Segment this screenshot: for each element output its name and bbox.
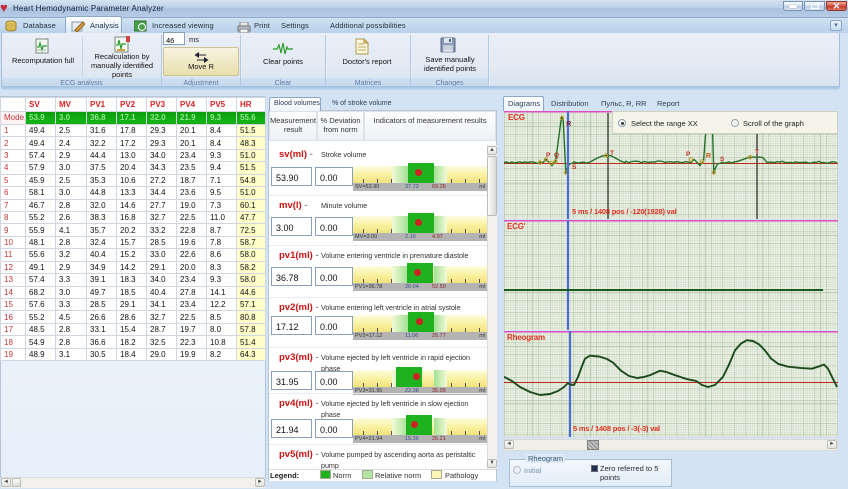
svg-text:R: R (706, 153, 711, 160)
svg-text:T: T (755, 149, 759, 156)
svg-text:R: R (566, 121, 571, 128)
svg-text:P: P (546, 152, 551, 159)
svg-text:S: S (572, 164, 577, 171)
svg-text:S: S (720, 156, 725, 163)
svg-text:Q: Q (554, 152, 559, 159)
svg-text:P: P (686, 151, 691, 158)
svg-text:T: T (610, 150, 614, 157)
